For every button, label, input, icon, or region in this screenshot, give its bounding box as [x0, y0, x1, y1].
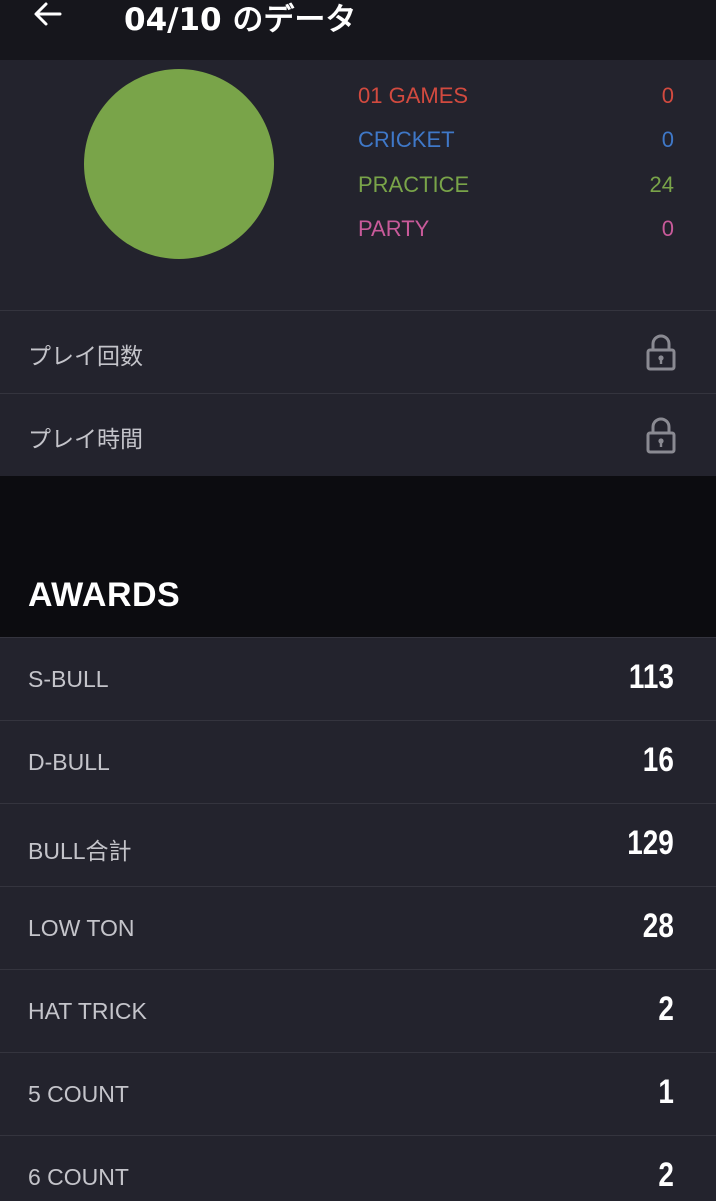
award-value: 28 [642, 907, 674, 945]
legend-value: 0 [661, 216, 674, 241]
awards-header: AWARDS [0, 476, 716, 638]
award-row-bull-total: BULL合計 129 [0, 803, 716, 886]
award-value: 113 [629, 658, 674, 696]
page-title: 04/10 のデータ [124, 2, 357, 38]
legend-value: 24 [649, 172, 674, 197]
legend-label: PRACTICE [358, 172, 470, 197]
legend-label: 01 GAMES [358, 83, 469, 108]
legend-label: PARTY [358, 216, 430, 241]
award-label: D-BULL [28, 749, 110, 775]
award-row-d-bull: D-BULL 16 [0, 720, 716, 803]
play-time-label: プレイ時間 [28, 427, 143, 453]
award-value: 2 [658, 990, 674, 1028]
lock-icon[interactable] [644, 416, 678, 454]
award-label: 6 COUNT [28, 1164, 129, 1190]
award-label: S-BULL [28, 666, 109, 692]
lock-icon[interactable] [644, 333, 678, 371]
game-summary: 01 GAMES 0 CRICKET 0 PRACTICE 24 PARTY 0 [0, 60, 716, 310]
award-row-low-ton: LOW TON 28 [0, 886, 716, 969]
legend-value: 0 [661, 83, 674, 108]
award-row-hat-trick: HAT TRICK 2 [0, 969, 716, 1052]
legend-row-party: PARTY 0 [358, 216, 674, 246]
award-row-5-count: 5 COUNT 1 [0, 1052, 716, 1135]
award-value: 2 [658, 1156, 674, 1194]
pie-slice-practice [84, 69, 274, 259]
award-label: HAT TRICK [28, 998, 147, 1024]
game-type-pie-chart [84, 69, 274, 259]
award-label: BULL合計 [28, 838, 132, 864]
award-label: 5 COUNT [28, 1081, 129, 1107]
app-header: 04/10 のデータ [0, 0, 716, 60]
legend-row-practice: PRACTICE 24 [358, 172, 674, 202]
award-label: LOW TON [28, 915, 135, 941]
award-value: 129 [627, 824, 674, 862]
awards-title: AWARDS [28, 576, 181, 614]
award-value: 1 [658, 1073, 674, 1111]
back-button[interactable] [30, 0, 70, 30]
award-row-s-bull: S-BULL 113 [0, 637, 716, 720]
legend-value: 0 [661, 127, 674, 152]
play-count-label: プレイ回数 [28, 344, 143, 370]
legend-row-cricket: CRICKET 0 [358, 127, 674, 157]
award-value: 16 [642, 741, 674, 779]
play-time-row[interactable]: プレイ時間 [0, 393, 716, 476]
play-count-row[interactable]: プレイ回数 [0, 310, 716, 393]
award-row-6-count: 6 COUNT 2 [0, 1135, 716, 1201]
arrow-left-icon [34, 2, 62, 26]
legend-row-01-games: 01 GAMES 0 [358, 83, 674, 113]
legend-label: CRICKET [358, 127, 455, 152]
